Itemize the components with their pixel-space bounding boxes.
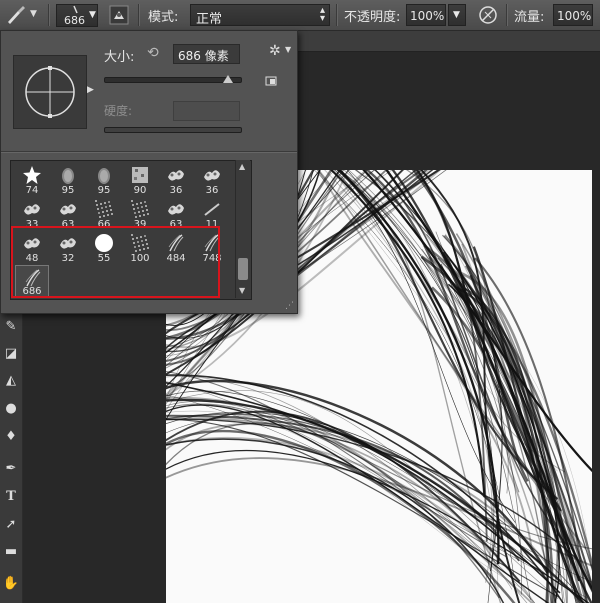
dodge-icon[interactable]: ♦ — [2, 428, 20, 446]
brush-preset[interactable]: 95 — [51, 163, 85, 196]
brush-size-readout: 686 — [64, 14, 85, 27]
mode-value: 正常 — [196, 12, 223, 27]
flow-input[interactable]: 100% — [553, 4, 593, 26]
dust-brush-icon — [131, 200, 149, 218]
soft-drop-brush-icon — [98, 168, 110, 184]
gear-icon[interactable]: ✲ — [269, 43, 281, 59]
scrollbar-thumb[interactable] — [238, 258, 248, 280]
size-input[interactable]: 686 像素 — [173, 44, 240, 64]
brush-size-label: 95 — [61, 185, 75, 196]
brush-size-label: 74 — [25, 185, 39, 196]
brush-preset[interactable]: 90 — [123, 163, 157, 196]
brush-size-label: 90 — [133, 185, 147, 196]
scatter-brush-icon — [168, 170, 184, 181]
highlight-box — [11, 226, 220, 298]
tool-preset-dropdown-icon[interactable]: ▼ — [30, 9, 37, 19]
new-preset-icon[interactable] — [265, 75, 277, 86]
hair-stroke — [166, 423, 498, 567]
scroll-down-icon[interactable]: ▼ — [239, 286, 245, 295]
size-slider-handle[interactable] — [223, 75, 233, 83]
pen-icon[interactable]: ✒ — [2, 460, 20, 478]
brush-tool-icon[interactable] — [4, 4, 28, 26]
opacity-dropdown-button[interactable]: ▼ — [448, 4, 466, 26]
brush-picker-button[interactable]: 686 ▼ — [56, 4, 98, 27]
resize-grip-icon[interactable]: ⋰ — [285, 301, 294, 311]
size-slider[interactable] — [104, 77, 242, 83]
chevron-down-icon: ▼ — [89, 10, 96, 20]
hardness-slider[interactable] — [104, 127, 242, 133]
chevron-down-icon: ▼ — [285, 45, 292, 54]
type-tool-icon[interactable]: T — [2, 488, 20, 506]
arrow-right-icon: ▶ — [87, 85, 94, 95]
scatter-brush-icon — [24, 204, 40, 215]
brush-preset[interactable]: 74 — [15, 163, 49, 196]
brush-size-label: 95 — [97, 185, 111, 196]
brush-preset[interactable]: 36 — [159, 163, 193, 196]
pressure-opacity-icon[interactable] — [476, 3, 500, 27]
brush-panel-toggle-icon[interactable] — [107, 3, 131, 27]
star-brush-icon — [23, 166, 41, 184]
hardness-label: 硬度: — [104, 104, 133, 118]
mode-select[interactable]: 正常 ▴ ▾ — [190, 4, 330, 27]
history-brush-icon[interactable]: ✎ — [2, 318, 20, 336]
options-bar: ▼ 686 ▼ 模式: 正常 ▴ ▾ 不透明度: 100% ▼ 流量: 100% — [0, 0, 600, 31]
soft-drop-brush-icon — [62, 168, 74, 184]
hair-stroke — [166, 418, 577, 559]
hair-stroke — [314, 170, 514, 575]
opacity-label: 不透明度: — [344, 10, 401, 25]
stroke-brush-icon — [204, 203, 220, 216]
texture-brush-icon — [132, 167, 148, 183]
brush-preset[interactable]: 36 — [195, 163, 229, 196]
brush-preset[interactable]: 95 — [87, 163, 121, 196]
hair-stroke — [166, 381, 513, 590]
paint-bucket-icon[interactable]: ◭ — [2, 372, 20, 390]
blur-icon[interactable]: ● — [2, 400, 20, 418]
hand-tool-icon[interactable]: ✋ — [2, 575, 20, 593]
toolbar: ✎ ◪ ◭ ● ♦ ✒ T ➚ ▬ ✋ — [0, 300, 23, 603]
opacity-input[interactable]: 100% — [406, 4, 446, 26]
brush-grid-scrollbar[interactable]: ▲ ▼ — [235, 160, 250, 298]
updown-arrows-icon: ▴ ▾ — [319, 5, 325, 24]
reset-size-icon[interactable]: ⟲ — [147, 45, 159, 61]
chevron-down-icon: ▼ — [453, 10, 460, 20]
document-tab-bar — [298, 31, 600, 52]
scatter-brush-icon — [204, 170, 220, 181]
brush-angle-preview[interactable] — [13, 55, 87, 129]
scatter-brush-icon — [60, 204, 76, 215]
scroll-up-icon[interactable]: ▲ — [239, 162, 245, 171]
eraser-icon[interactable]: ◪ — [2, 345, 20, 363]
brush-size-label: 36 — [169, 185, 183, 196]
hair-stroke — [166, 371, 508, 558]
scatter-brush-icon — [168, 204, 184, 215]
flow-label: 流量: — [514, 10, 545, 25]
size-label: 大小: — [104, 50, 135, 65]
path-selection-icon[interactable]: ➚ — [2, 516, 20, 534]
hair-stroke — [166, 438, 505, 603]
hardness-input[interactable] — [173, 101, 240, 121]
brush-size-label: 36 — [205, 185, 219, 196]
hair-stroke — [166, 429, 516, 603]
rectangle-tool-icon[interactable]: ▬ — [2, 543, 20, 561]
mode-label: 模式: — [148, 10, 179, 25]
dust-brush-icon — [95, 200, 113, 218]
